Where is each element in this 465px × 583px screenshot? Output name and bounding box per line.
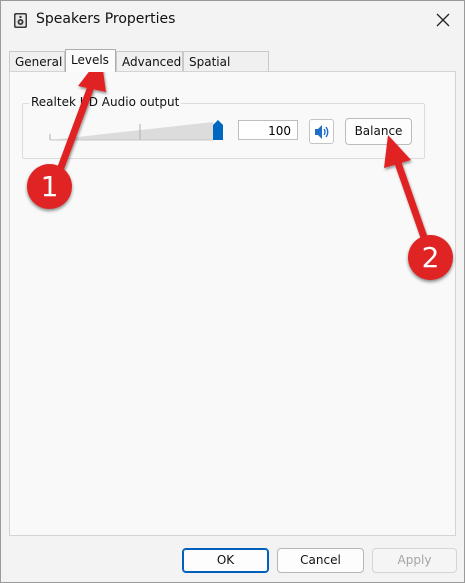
- ok-button[interactable]: OK: [182, 548, 269, 573]
- title-bar: Speakers Properties: [1, 1, 464, 39]
- annotation-marker-1: 1: [27, 164, 72, 209]
- tab-levels[interactable]: Levels: [65, 49, 116, 72]
- tab-spatial-sound[interactable]: Spatial sound: [183, 51, 269, 89]
- balance-button[interactable]: Balance: [345, 118, 412, 145]
- tab-advanced[interactable]: Advanced: [116, 51, 183, 71]
- speaker-volume-icon: [314, 124, 328, 139]
- dialog-footer: OK Cancel Apply: [1, 539, 464, 582]
- close-button[interactable]: [429, 7, 457, 33]
- volume-slider-track: [49, 122, 213, 141]
- speakers-properties-dialog: Speakers Properties General Levels Advan…: [0, 0, 465, 583]
- levels-panel: Realtek HD Audio output 100 Balance: [9, 71, 456, 536]
- group-label: Realtek HD Audio output: [29, 95, 182, 109]
- close-icon: [436, 13, 450, 27]
- cancel-button[interactable]: Cancel: [277, 548, 364, 573]
- volume-slider[interactable]: [37, 114, 223, 142]
- volume-slider-thumb[interactable]: [213, 120, 223, 140]
- mute-toggle-button[interactable]: [309, 119, 334, 144]
- tab-general[interactable]: General: [9, 51, 65, 71]
- volume-value-field[interactable]: 100: [238, 120, 298, 140]
- window-title: Speakers Properties: [36, 11, 176, 27]
- speaker-device-icon: [14, 13, 27, 28]
- annotation-marker-2: 2: [408, 235, 453, 280]
- apply-button[interactable]: Apply: [372, 548, 457, 573]
